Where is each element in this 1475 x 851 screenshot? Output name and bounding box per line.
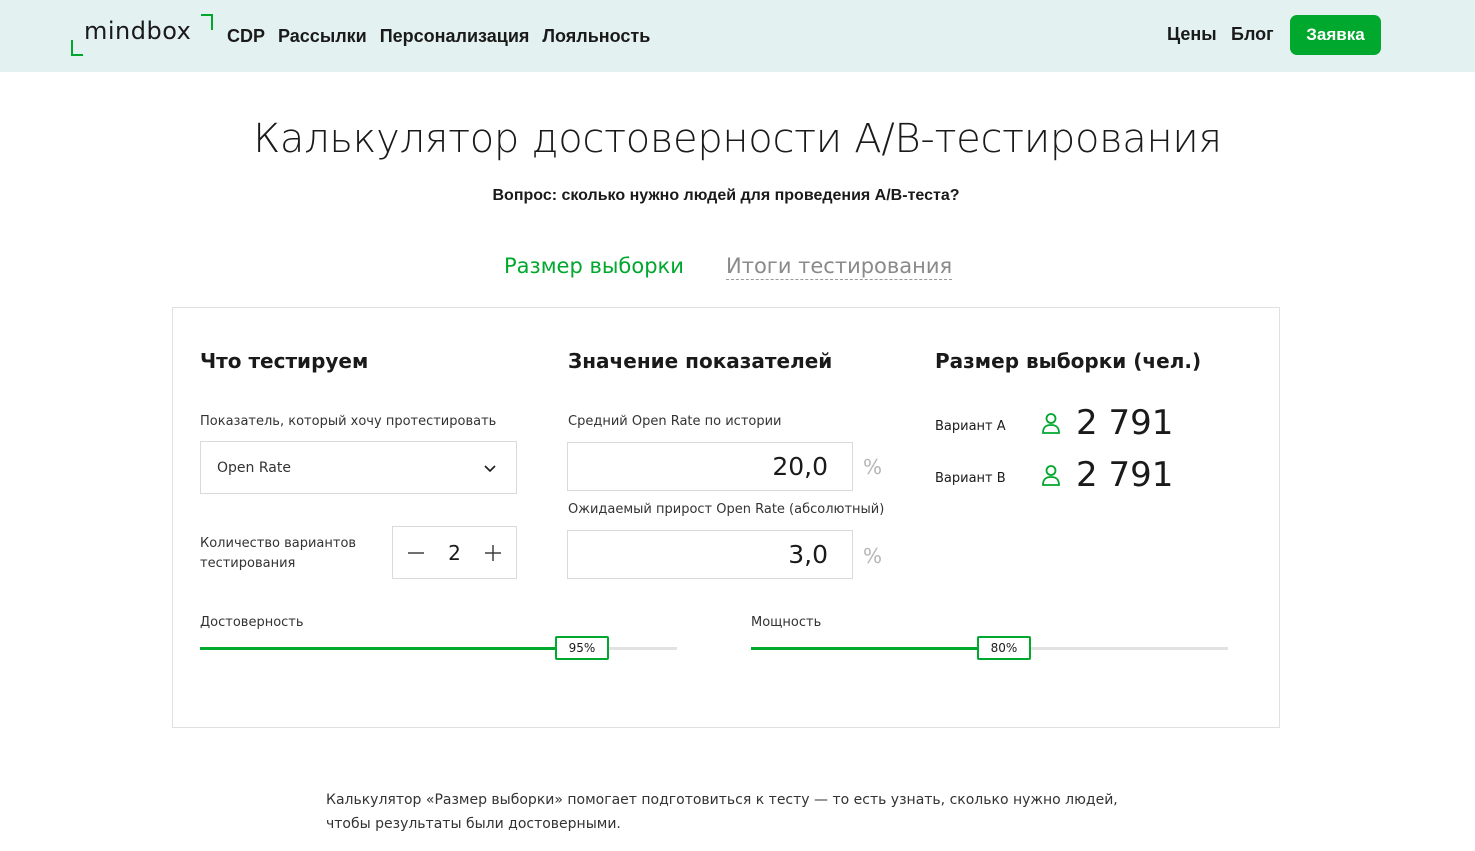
variants-stepper: 2 xyxy=(392,526,517,579)
nav-blog-wrap: Блог xyxy=(1231,24,1287,45)
calculator-card: Что тестируем Показатель, который хочу п… xyxy=(172,307,1280,728)
power-label: Мощность xyxy=(751,615,822,630)
page-title: Калькулятор достоверности A/B-тестирован… xyxy=(253,116,1222,162)
mindbox-logo[interactable]: mindbox xyxy=(71,14,216,58)
page-subtitle: Вопрос: сколько нужно людей для проведен… xyxy=(492,187,960,204)
variant-b-value: 2 791 xyxy=(1076,455,1174,495)
plus-icon[interactable] xyxy=(484,544,502,562)
avg-rate-unit: % xyxy=(863,455,883,479)
tab-sample-size[interactable]: Размер выборки xyxy=(504,254,684,278)
minus-icon[interactable] xyxy=(407,544,425,562)
tab-test-results[interactable]: Итоги тестирования xyxy=(726,254,953,280)
nav-prices-wrap: Цены xyxy=(1167,24,1230,45)
sample-title: Размер выборки (чел.) xyxy=(935,349,1202,373)
nav-item-loyalty[interactable]: Лояльность xyxy=(542,26,650,47)
nav-item-cdp[interactable]: CDP xyxy=(227,26,265,47)
person-icon xyxy=(1042,465,1060,486)
variant-a-value: 2 791 xyxy=(1076,403,1174,443)
chevron-down-icon xyxy=(484,465,496,473)
avg-rate-input[interactable]: 20,0 xyxy=(567,442,853,491)
power-slider-handle[interactable]: 80% xyxy=(977,636,1031,660)
metric-select-value: Open Rate xyxy=(217,459,291,476)
nav-item-personalization[interactable]: Персонализация xyxy=(380,26,530,47)
person-icon xyxy=(1042,413,1060,434)
lift-input[interactable]: 3,0 xyxy=(567,530,853,579)
main-nav: CDP Рассылки Персонализация Лояльность xyxy=(227,26,663,47)
variant-b-label: Вариант B xyxy=(935,471,1006,486)
confidence-slider-handle[interactable]: 95% xyxy=(555,636,609,660)
nav-item-prices[interactable]: Цены xyxy=(1167,24,1217,45)
variant-a-label: Вариант А xyxy=(935,419,1006,434)
values-title: Значение показателей xyxy=(568,349,833,373)
calculator-description: Калькулятор «Размер выборки» помогает по… xyxy=(326,792,1118,832)
logo-corner-icon xyxy=(71,40,83,56)
power-slider[interactable]: 80% xyxy=(751,636,1228,660)
confidence-label: Достоверность xyxy=(200,615,304,630)
lift-unit: % xyxy=(863,544,883,568)
request-button[interactable]: Заявка xyxy=(1290,15,1381,55)
avg-rate-label: Средний Open Rate по истории xyxy=(568,414,782,429)
lift-label: Ожидаемый прирост Open Rate (абсолютный) xyxy=(568,502,885,517)
confidence-slider-fill xyxy=(200,647,582,650)
logo-corner-icon xyxy=(201,14,213,30)
logo-text: mindbox xyxy=(84,17,192,45)
metric-label: Показатель, который хочу протестировать xyxy=(200,414,497,429)
site-header: mindbox CDP Рассылки Персонализация Лоял… xyxy=(0,0,1475,72)
confidence-slider[interactable]: 95% xyxy=(200,636,677,660)
metric-select[interactable]: Open Rate xyxy=(200,441,517,494)
nav-item-blog[interactable]: Блог xyxy=(1231,24,1274,45)
nav-item-mailings[interactable]: Рассылки xyxy=(278,26,367,47)
power-slider-fill xyxy=(751,647,1004,650)
variants-value: 2 xyxy=(448,540,461,565)
variants-label: Количество вариантов тестирования xyxy=(200,536,357,571)
what-title: Что тестируем xyxy=(200,349,369,373)
